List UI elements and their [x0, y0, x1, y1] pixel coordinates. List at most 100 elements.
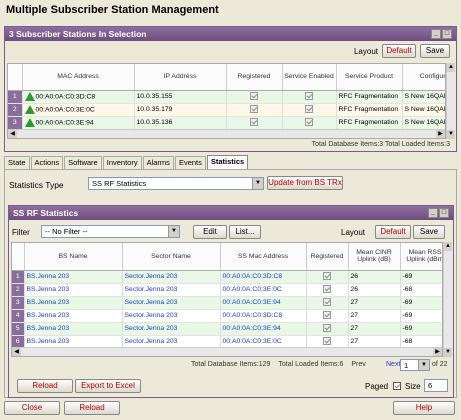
row-number-text: 4: [15, 312, 20, 319]
prev-link[interactable]: Prev: [351, 361, 365, 368]
minimize-icon[interactable]: _: [431, 29, 441, 39]
tab-inventory[interactable]: Inventory: [102, 156, 142, 169]
column-header[interactable]: Registered: [306, 243, 349, 271]
horizontal-scrollbar[interactable]: ◀ ▶: [12, 347, 442, 356]
chevron-down-icon: ▼: [418, 360, 429, 370]
update-from-bs-button[interactable]: Update from BS TRx: [267, 176, 343, 190]
sector-name-cell: Sector.Jenna 203: [122, 322, 221, 336]
mean-cinr-cell-text: 26: [350, 273, 359, 280]
tab-statistics[interactable]: Statistics: [206, 155, 249, 169]
ss-mac-cell-text[interactable]: 00:A0:0A:C0:3D:C8: [223, 312, 283, 319]
column-header[interactable]: Service Product: [336, 64, 403, 91]
column-header[interactable]: SS Mac Address: [220, 243, 307, 271]
total-database-items: Total Database Items:129: [191, 361, 271, 368]
mean-rssi-cell: -69: [400, 270, 442, 284]
default-layout-button[interactable]: Default: [382, 44, 416, 58]
product-cell: RFC Fragmentation: [336, 116, 403, 130]
export-excel-button[interactable]: Export to Excel: [75, 379, 141, 393]
mean-cinr-cell: 26: [348, 270, 401, 284]
table-row[interactable]: 1 BS.Jenna 203 Sector.Jenna 203 00:A0:0A:C0…: [12, 270, 442, 284]
bs-name-cell-text[interactable]: BS.Jenna 203: [27, 286, 70, 293]
vertical-scrollbar[interactable]: ▲ ▼: [443, 242, 452, 357]
sector-name-cell-text[interactable]: Sector.Jenna 203: [125, 273, 178, 280]
bs-name-cell-text[interactable]: BS.Jenna 203: [27, 273, 70, 280]
registered-checkbox: [323, 336, 331, 345]
bs-name-cell: BS.Jenna 203: [24, 322, 123, 336]
rf-panel-title: SS RF Statistics: [13, 208, 79, 218]
column-header[interactable]: IP Address: [134, 64, 227, 91]
minimize-icon[interactable]: _: [428, 208, 438, 218]
column-header[interactable]: Sector Name: [122, 243, 221, 271]
table-row[interactable]: 2 00:A0:0A:C0:3E:0C 10.0.35.179 RFC Frag…: [8, 103, 445, 117]
tab-software[interactable]: Software: [64, 156, 102, 169]
rf-panel-header: SS RF Statistics _ □: [9, 206, 453, 220]
column-header[interactable]: MAC Address: [22, 64, 135, 91]
default-layout-button[interactable]: Default: [375, 225, 411, 239]
bs-name-cell-text[interactable]: BS.Jenna 203: [27, 325, 70, 332]
paged-label: Paged: [365, 382, 389, 391]
table-row[interactable]: 3 00:A0:0A:C0:3E:94 10.0.35.136 RFC Frag…: [8, 116, 445, 130]
mean-cinr-cell: 27: [348, 296, 401, 310]
statistics-type-select[interactable]: SS RF Statistics ▼: [88, 177, 264, 190]
column-header[interactable]: Mean CINR Uplink (dB): [348, 243, 401, 271]
stations-footer: Total Database Items:3 Total Loaded Item…: [311, 141, 450, 148]
tab-alarms[interactable]: Alarms: [142, 156, 174, 169]
save-layout-button[interactable]: Save: [420, 44, 450, 58]
help-button[interactable]: Help: [393, 401, 455, 415]
ss-mac-cell-text[interactable]: 00:A0:0A:C0:3D:C8: [223, 273, 283, 280]
service-enabled-checkbox: [305, 91, 313, 100]
row-number: 2: [12, 283, 25, 297]
reload-button[interactable]: Reload: [64, 401, 120, 415]
ss-mac-cell-text[interactable]: 00:A0:0A:C0:3E:0C: [223, 338, 282, 345]
tab-actions[interactable]: Actions: [30, 156, 64, 169]
bs-name-cell: BS.Jenna 203: [24, 296, 123, 310]
bs-name-cell-text[interactable]: BS.Jenna 203: [27, 338, 70, 345]
reload-button[interactable]: Reload: [17, 379, 73, 393]
sector-name-cell-text[interactable]: Sector.Jenna 203: [125, 338, 178, 345]
ss-mac-cell-text[interactable]: 00:A0:0A:C0:3E:94: [223, 299, 281, 306]
mac-cell: 00:A0:0A:C0:3E:0C: [35, 106, 95, 114]
product-cell: RFC Fragmentation: [336, 90, 403, 104]
column-header[interactable]: Configuration: [402, 64, 445, 91]
sector-name-cell-text[interactable]: Sector.Jenna 203: [125, 286, 178, 293]
horizontal-scrollbar[interactable]: ◀ ▶: [8, 129, 445, 138]
paged-checkbox[interactable]: [393, 382, 401, 390]
list-filter-button[interactable]: List...: [229, 225, 261, 239]
tab-events[interactable]: Events: [174, 156, 206, 169]
ss-mac-cell-text[interactable]: 00:A0:0A:C0:3E:0C: [223, 286, 282, 293]
filter-select[interactable]: -- No Filter -- ▼: [41, 225, 180, 238]
filter-label: Filter: [12, 228, 30, 237]
sector-name-cell-text[interactable]: Sector.Jenna 203: [125, 325, 178, 332]
page-select[interactable]: 1 ▼: [400, 359, 430, 371]
column-header[interactable]: BS Name: [24, 243, 123, 271]
next-link[interactable]: Next: [386, 361, 400, 368]
sector-name-cell-text[interactable]: Sector.Jenna 203: [125, 299, 178, 306]
bs-name-cell-text[interactable]: BS.Jenna 203: [27, 299, 70, 306]
edit-filter-button[interactable]: Edit: [193, 225, 227, 239]
close-button[interactable]: Close: [4, 401, 60, 415]
column-header[interactable]: Registered: [226, 64, 283, 91]
mean-rssi-cell-text: -68: [402, 286, 413, 293]
maximize-icon[interactable]: □: [442, 29, 452, 39]
registered-checkbox: [323, 271, 331, 280]
column-header[interactable]: Mean RSSI Uplink (dBm): [400, 243, 442, 271]
ss-mac-cell: 00:A0:0A:C0:3E:94: [220, 296, 307, 310]
column-header[interactable]: Service Enabled: [282, 64, 337, 91]
tab-state[interactable]: State: [4, 156, 30, 169]
ss-mac-cell-text[interactable]: 00:A0:0A:C0:3E:94: [223, 325, 281, 332]
mac-cell: 00:A0:0A:C0:3D:C8: [35, 93, 96, 101]
maximize-icon[interactable]: □: [439, 208, 449, 218]
table-row[interactable]: 4 BS.Jenna 203 Sector.Jenna 203 00:A0:0A:C0…: [12, 309, 442, 323]
save-layout-button[interactable]: Save: [413, 225, 445, 239]
size-input[interactable]: 6: [424, 379, 448, 392]
mean-cinr-cell-text: 27: [350, 299, 359, 306]
config-cell: S New 16QAM: [402, 103, 445, 117]
table-row[interactable]: 2 BS.Jenna 203 Sector.Jenna 203 00:A0:0A:C0…: [12, 283, 442, 297]
table-row[interactable]: 1 00:A0:0A:C0:3D:C8 10.0.35.155 RFC Frag…: [8, 90, 445, 104]
total-loaded-items: Total Loaded Items:6: [278, 361, 344, 368]
bs-name-cell-text[interactable]: BS.Jenna 203: [27, 312, 70, 319]
vertical-scrollbar[interactable]: ▲ ▼: [446, 63, 455, 139]
sector-name-cell-text[interactable]: Sector.Jenna 203: [125, 312, 178, 319]
table-row[interactable]: 5 BS.Jenna 203 Sector.Jenna 203 00:A0:0A:C0…: [12, 322, 442, 336]
table-row[interactable]: 3 BS.Jenna 203 Sector.Jenna 203 00:A0:0A:C0…: [12, 296, 442, 310]
